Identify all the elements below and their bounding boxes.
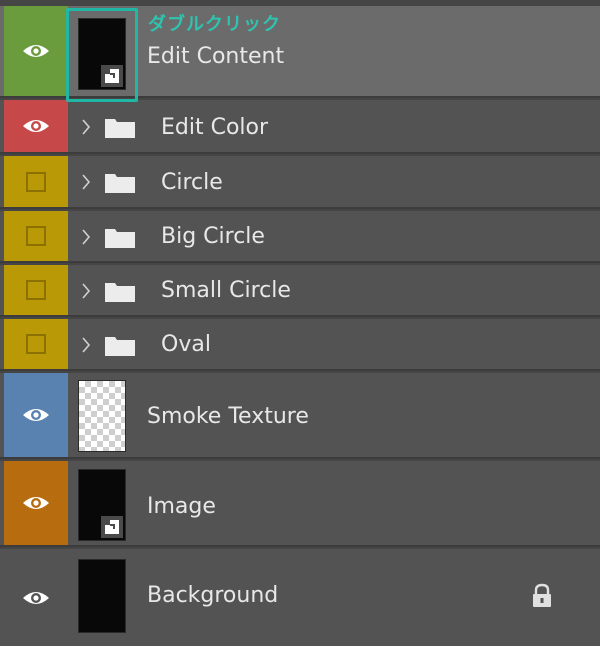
visibility-toggle[interactable] (4, 319, 68, 369)
layer-row-image[interactable]: Image (0, 461, 600, 547)
chevron-right-icon[interactable] (80, 117, 92, 137)
layer-name: Edit Color (161, 115, 269, 140)
chevron-right-icon[interactable] (80, 172, 92, 192)
layer-name: Big Circle (161, 224, 265, 249)
layers-panel: Edit Content Edit Color Circle Big Circl… (0, 0, 600, 646)
hidden-checkbox (26, 226, 46, 246)
thumbnail-highlight-frame (66, 8, 138, 102)
chevron-right-icon[interactable] (80, 335, 92, 355)
layer-row-background[interactable]: Background (0, 549, 600, 646)
eye-icon (23, 120, 49, 132)
layer-name: Circle (161, 170, 223, 195)
layer-name: Background (147, 583, 279, 608)
visibility-toggle[interactable] (4, 100, 68, 152)
lock-icon[interactable] (530, 583, 554, 609)
visibility-toggle[interactable] (4, 6, 68, 96)
layer-row-small-circle[interactable]: Small Circle (0, 265, 600, 317)
layer-thumbnail (78, 559, 126, 633)
eye-icon (23, 497, 49, 509)
layer-row-edit-color[interactable]: Edit Color (0, 100, 600, 154)
smart-object-icon (101, 516, 123, 538)
folder-icon (105, 119, 135, 138)
layer-row-big-circle[interactable]: Big Circle (0, 211, 600, 263)
visibility-toggle[interactable] (4, 373, 68, 457)
layer-row-smoke-texture[interactable]: Smoke Texture (0, 373, 600, 459)
layer-name: Oval (161, 332, 211, 357)
layer-name: Edit Content (147, 44, 285, 69)
layer-name: Smoke Texture (147, 404, 309, 429)
folder-icon (105, 283, 135, 302)
visibility-toggle[interactable] (4, 156, 68, 207)
chevron-right-icon[interactable] (80, 227, 92, 247)
eye-icon (23, 409, 49, 421)
hidden-checkbox (26, 171, 46, 192)
folder-icon (105, 229, 135, 248)
folder-icon (105, 174, 135, 193)
layer-name: Small Circle (161, 278, 291, 303)
visibility-toggle[interactable] (4, 211, 68, 261)
layer-thumbnail (78, 380, 126, 452)
double-click-annotation: ダブルクリック (148, 14, 281, 35)
eye-icon (23, 591, 49, 604)
layer-row-circle[interactable]: Circle (0, 156, 600, 209)
layer-row-oval[interactable]: Oval (0, 319, 600, 371)
layer-thumbnail (78, 469, 126, 541)
visibility-toggle[interactable] (4, 549, 68, 646)
hidden-checkbox (26, 334, 46, 354)
hidden-checkbox (26, 280, 46, 300)
layer-name: Image (147, 494, 216, 519)
visibility-toggle[interactable] (4, 461, 68, 545)
folder-icon (105, 337, 135, 356)
visibility-toggle[interactable] (4, 265, 68, 315)
chevron-right-icon[interactable] (80, 281, 92, 301)
eye-icon (23, 45, 49, 57)
